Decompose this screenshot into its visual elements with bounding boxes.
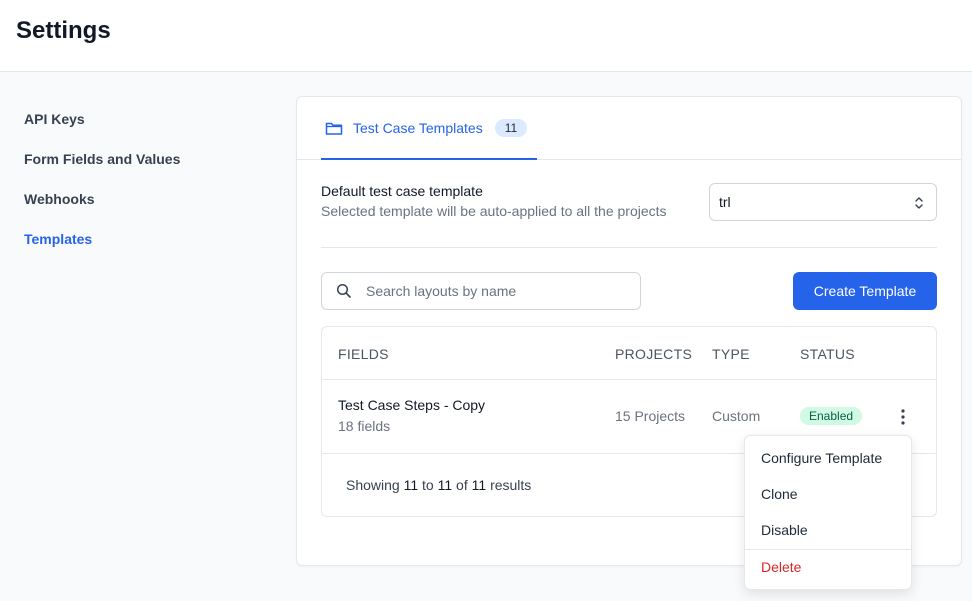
menu-divider bbox=[745, 549, 911, 550]
pagination-suffix: results bbox=[490, 477, 532, 493]
search-box bbox=[321, 272, 641, 310]
sidebar-item-webhooks[interactable]: Webhooks bbox=[24, 188, 264, 228]
column-header-type[interactable]: TYPE bbox=[712, 346, 750, 362]
pagination-to-word: to bbox=[422, 477, 434, 493]
more-actions-icon[interactable] bbox=[896, 407, 910, 427]
pagination-from: 11 bbox=[403, 477, 419, 493]
pagination-to: 11 bbox=[437, 477, 453, 493]
create-template-button[interactable]: Create Template bbox=[793, 272, 937, 310]
tab-label: Test Case Templates bbox=[353, 119, 483, 136]
sidebar-item-api-keys[interactable]: API Keys bbox=[24, 108, 264, 148]
column-header-fields[interactable]: FIELDS bbox=[338, 346, 389, 362]
template-projects: 15 Projects bbox=[615, 408, 686, 424]
folder-icon bbox=[325, 120, 343, 136]
section-divider bbox=[321, 247, 937, 248]
pagination-prefix: Showing bbox=[346, 477, 400, 493]
search-input[interactable] bbox=[366, 281, 626, 301]
default-template-selected-value: trl bbox=[719, 194, 731, 210]
search-icon bbox=[336, 283, 352, 299]
sidebar-item-form-fields[interactable]: Form Fields and Values bbox=[24, 148, 264, 188]
page-title: Settings bbox=[16, 17, 111, 44]
menu-item-disable[interactable]: Disable bbox=[761, 522, 808, 538]
table-header-divider bbox=[322, 379, 936, 380]
settings-sidebar: API Keys Form Fields and Values Webhooks… bbox=[24, 108, 264, 268]
pagination-total: 11 bbox=[471, 477, 487, 493]
tab-test-case-templates[interactable]: Test Case Templates 11 bbox=[321, 97, 537, 160]
top-header: Settings bbox=[0, 0, 972, 72]
template-field-count: 18 fields bbox=[338, 418, 391, 434]
menu-item-configure-template[interactable]: Configure Template bbox=[761, 450, 882, 466]
menu-item-clone[interactable]: Clone bbox=[761, 486, 798, 502]
row-actions-menu: Configure Template Clone Disable Delete bbox=[744, 435, 912, 590]
pagination-summary: Showing 11 to 11 of 11 results bbox=[346, 477, 531, 493]
tab-count-badge: 11 bbox=[494, 118, 528, 137]
column-header-projects[interactable]: PROJECTS bbox=[615, 346, 692, 362]
column-header-status[interactable]: STATUS bbox=[800, 346, 855, 362]
menu-item-delete[interactable]: Delete bbox=[761, 559, 801, 575]
template-type: Custom bbox=[712, 408, 761, 424]
status-badge: Enabled bbox=[800, 407, 863, 425]
chevron-up-down-icon bbox=[914, 194, 924, 212]
pagination-of-word: of bbox=[456, 477, 468, 493]
sidebar-item-templates[interactable]: Templates bbox=[24, 228, 264, 268]
tab-bar: Test Case Templates 11 bbox=[297, 97, 961, 160]
template-name[interactable]: Test Case Steps - Copy bbox=[338, 397, 485, 413]
default-template-select[interactable]: trl bbox=[709, 183, 937, 221]
